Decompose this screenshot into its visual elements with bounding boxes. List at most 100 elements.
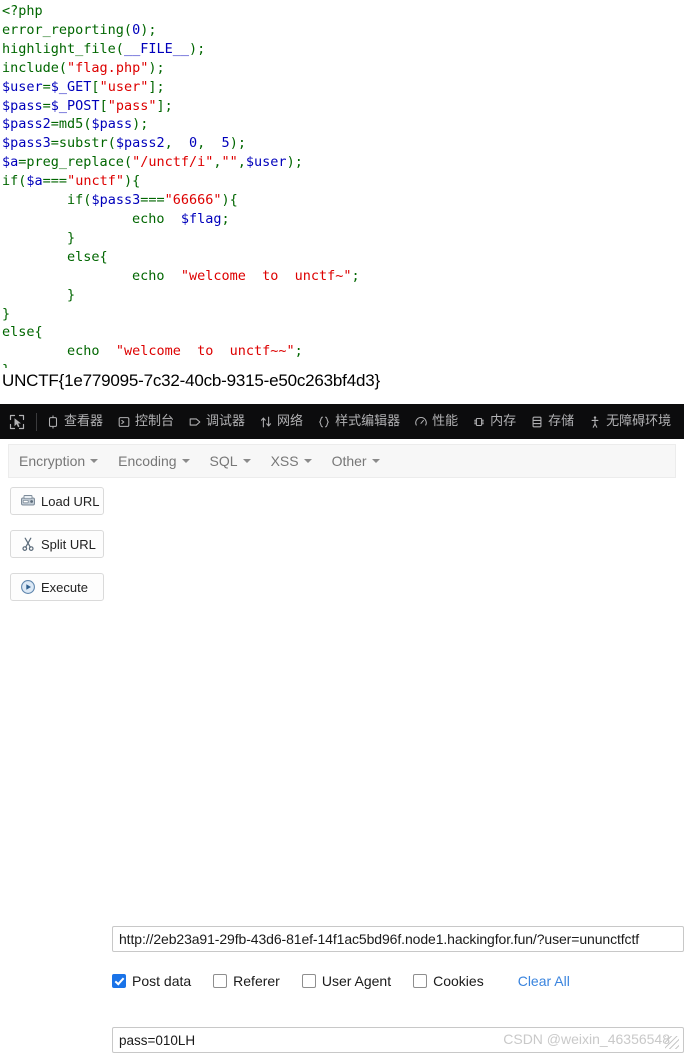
hackbar-menu-label: SQL — [209, 453, 238, 469]
code-token: $a — [26, 173, 43, 190]
devtools-tab-memory[interactable]: 内存 — [465, 404, 523, 439]
devtools-toolbar: 查看器 控制台 调试器 网络 样式编辑器 性能 内存 存储 无障碍环境 — [0, 404, 684, 439]
hackbar-menu-xss[interactable]: XSS — [271, 453, 312, 469]
checkbox-box[interactable] — [413, 974, 428, 988]
code-token: echo — [132, 210, 165, 227]
code-token: $pass — [2, 97, 43, 114]
code-token: 5 — [221, 135, 230, 152]
code-token: $pass2 — [115, 135, 165, 152]
php-source-output: <?php error_reporting(0); highlight_file(_… — [0, 0, 684, 368]
checkbox-box[interactable] — [301, 974, 316, 988]
code-token: = — [42, 97, 51, 114]
code-token: === — [42, 173, 68, 190]
memory-icon — [472, 415, 486, 429]
element-picker-icon[interactable] — [0, 404, 34, 439]
devtools-tab-network[interactable]: 网络 — [252, 404, 310, 439]
checkbox-cookies[interactable]: Cookies — [413, 973, 484, 989]
code-token: "user" — [99, 78, 149, 95]
chevron-down-icon — [90, 459, 99, 463]
code-token: === — [140, 192, 165, 209]
checkbox-referer[interactable]: Referer — [213, 973, 280, 989]
devtools-tab-debugger[interactable]: 调试器 — [181, 404, 252, 439]
hackbar-menu-sql[interactable]: SQL — [210, 453, 251, 469]
code-line: $pass=$_POST["pass"]; — [2, 97, 684, 116]
code-token: include — [2, 59, 59, 76]
code-line: } — [2, 286, 684, 305]
code-token: 0 — [132, 21, 141, 38]
hackbar-options-row: Post data Referer User Agent Cookies Cle… — [112, 971, 570, 991]
url-input[interactable] — [112, 926, 684, 952]
devtools-tab-console[interactable]: 控制台 — [110, 404, 181, 439]
code-token: ; — [221, 210, 230, 227]
execute-button[interactable]: Execute — [10, 573, 104, 601]
code-token: ); — [286, 154, 303, 171]
code-token: md5 — [58, 116, 84, 133]
checkbox-post-data[interactable]: Post data — [112, 973, 191, 989]
code-token: $_POST — [50, 97, 100, 114]
code-line: echo "welcome to unctf~~"; — [2, 342, 684, 361]
code-token: ; — [294, 343, 303, 360]
devtools-tab-performance[interactable]: 性能 — [407, 404, 465, 439]
devtools-tab-label: 控制台 — [135, 414, 175, 429]
code-line: $user=$_GET["user"]; — [2, 78, 684, 97]
code-line: else{ — [2, 248, 684, 267]
code-token: $pass2 — [2, 116, 51, 133]
chevron-down-icon — [303, 459, 312, 463]
code-token: ]; — [148, 78, 165, 95]
inspector-icon — [46, 414, 60, 429]
checkbox-user-agent[interactable]: User Agent — [301, 973, 391, 989]
code-token: $_GET — [50, 78, 92, 95]
code-token: ){ — [221, 192, 238, 209]
hackbar-menubar: Encryption Encoding SQL XSS Other — [8, 444, 676, 478]
hackbar-button-label: Split URL — [41, 536, 96, 552]
hackbar-menu-label: Encryption — [19, 453, 86, 469]
performance-icon — [414, 415, 428, 429]
code-token: $pass3 — [2, 135, 51, 152]
devtools-tab-accessibility[interactable]: 无障碍环境 — [581, 404, 678, 439]
code-token: = — [50, 116, 59, 133]
hackbar-menu-label: Other — [331, 453, 367, 469]
chevron-down-icon — [371, 459, 380, 463]
load-url-button[interactable]: Load URL — [10, 487, 104, 515]
code-token: ( — [58, 59, 68, 76]
code-token: "unctf" — [67, 173, 124, 190]
code-token: "/unctf/i" — [132, 154, 214, 171]
devtools-tab-label: 无障碍环境 — [606, 414, 672, 429]
code-token: "66666" — [164, 192, 222, 209]
devtools-tab-storage[interactable]: 存储 — [523, 404, 581, 439]
code-token: } — [2, 286, 76, 303]
code-token: <?php — [2, 3, 43, 19]
chevron-down-icon — [181, 459, 190, 463]
clear-all-link[interactable]: Clear All — [518, 973, 570, 989]
devtools-tab-inspector[interactable]: 查看器 — [39, 404, 110, 439]
code-token: $a — [2, 154, 19, 171]
hackbar-menu-other[interactable]: Other — [332, 453, 380, 469]
hackbar-menu-encoding[interactable]: Encoding — [118, 453, 190, 469]
devtools-tab-style-editor[interactable]: 样式编辑器 — [310, 404, 407, 439]
code-token: [ — [91, 78, 100, 95]
code-token: = — [42, 78, 51, 95]
post-data-input[interactable] — [112, 1027, 684, 1053]
hackbar-button-label: Load URL — [41, 493, 100, 509]
checkbox-label: Post data — [132, 973, 192, 989]
checkbox-box[interactable] — [213, 974, 228, 988]
code-token: [ — [99, 97, 108, 114]
code-token: echo — [67, 343, 100, 360]
code-token: if — [2, 173, 19, 190]
code-line: $a=preg_replace("/unctf/i","",$user); — [2, 153, 684, 172]
code-token: "welcome to unctf~~" — [115, 343, 295, 360]
hackbar-menu-encryption[interactable]: Encryption — [19, 453, 99, 469]
code-token: ( — [115, 40, 124, 57]
devtools-tab-label: 内存 — [490, 414, 517, 429]
code-token: else{ — [2, 248, 108, 265]
code-token: } — [2, 305, 11, 322]
checkbox-box[interactable] — [112, 974, 126, 988]
code-token: highlight_file — [2, 40, 116, 57]
split-url-button[interactable]: Split URL — [10, 530, 104, 558]
checkbox-label: Referer — [233, 973, 280, 989]
code-token: ( — [123, 21, 133, 38]
code-token: "pass" — [107, 97, 157, 114]
code-token: , — [237, 154, 246, 171]
code-line: echo $flag; — [2, 210, 684, 229]
